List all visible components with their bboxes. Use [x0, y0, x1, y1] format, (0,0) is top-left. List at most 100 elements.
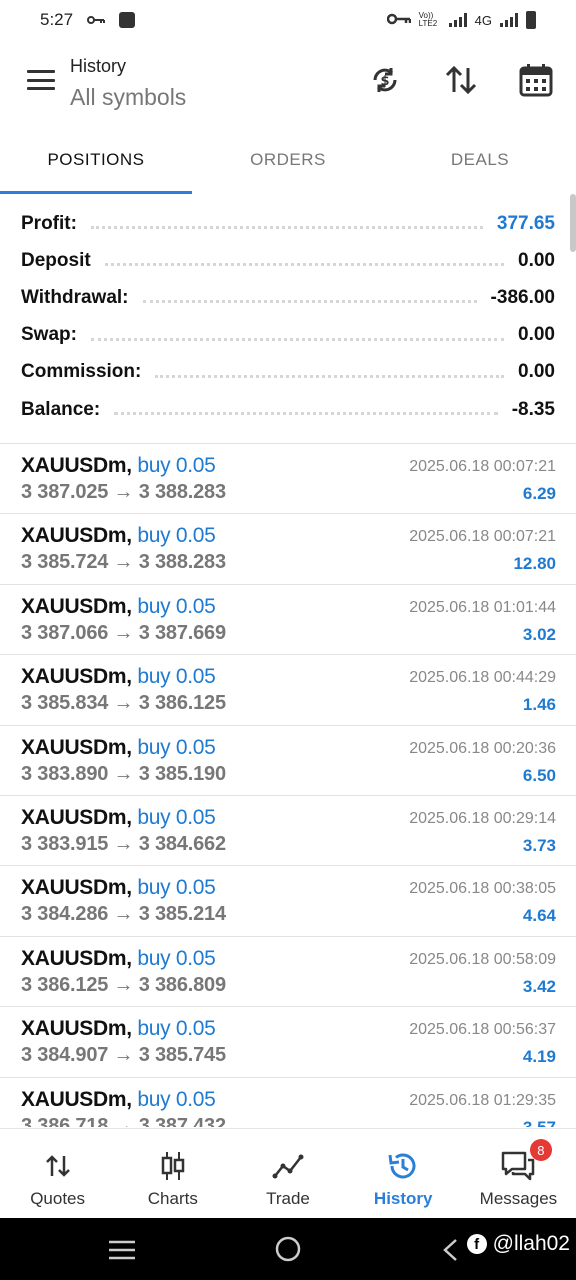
deal-side: buy 0.05 [137, 524, 216, 548]
summary-value: -8.35 [511, 398, 555, 420]
deal-symbol: XAUUSDm, [21, 454, 132, 477]
status-bar: 5:27 Vo)) LTE2 4G [0, 0, 576, 40]
history-tabs: POSITIONS ORDERS DEALS [0, 138, 576, 194]
summary-profit: Profit: 377.65 [0, 205, 576, 242]
summary-label: Balance: [21, 398, 101, 420]
dot-leader [142, 300, 477, 304]
list-item[interactable]: XAUUSDm, buy 0.05 3 385.724 → 3 388.283 … [0, 514, 576, 585]
arrow-icon: → [113, 903, 134, 926]
nav-quotes[interactable]: Quotes [0, 1129, 115, 1218]
deal-time: 2025.06.18 00:58:09 [409, 950, 556, 968]
list-item[interactable]: XAUUSDm, buy 0.05 3 383.890 → 3 385.190 … [0, 726, 576, 796]
symbol-filter[interactable]: All symbols [70, 84, 186, 111]
deal-prices: 3 387.066 → 3 387.669 [21, 622, 226, 645]
list-item[interactable]: XAUUSDm, buy 0.05 3 386.718 → 3 387.432 … [0, 1078, 576, 1127]
deal-prices: 3 384.286 → 3 385.214 [21, 903, 226, 926]
arrow-icon: → [113, 551, 134, 574]
deal-prices: 3 385.834 → 3 386.125 [21, 692, 226, 715]
arrow-icon: → [113, 621, 134, 644]
deal-prices: 3 383.915 → 3 384.662 [21, 833, 226, 856]
close-price: 3 388.283 [138, 551, 226, 574]
arrow-icon: → [113, 832, 134, 855]
summary-balance: Balance: -8.35 [0, 391, 576, 428]
tab-orders[interactable]: ORDERS [192, 138, 384, 194]
deal-side: buy 0.05 [137, 454, 216, 477]
summary-label: Swap: [21, 324, 77, 346]
deal-symbol: XAUUSDm, [21, 1087, 132, 1111]
dot-leader [155, 374, 505, 378]
list-item[interactable]: XAUUSDm, buy 0.05 3 384.286 → 3 385.214 … [0, 866, 576, 937]
deal-prices: 3 384.907 → 3 385.745 [21, 1044, 226, 1067]
list-item[interactable]: XAUUSDm, buy 0.05 3 387.066 → 3 387.669 … [0, 585, 576, 656]
list-item[interactable]: XAUUSDm, buy 0.05 3 386.125 → 3 386.809 … [0, 937, 576, 1008]
dot-leader [104, 263, 505, 267]
close-price: 3 385.745 [138, 1044, 226, 1067]
deal-prices: 3 386.125 → 3 386.809 [21, 974, 226, 997]
summary-value: 377.65 [496, 212, 555, 234]
nav-messages[interactable]: 8 Messages [461, 1129, 576, 1218]
summary-value: 0.00 [518, 361, 555, 383]
deal-profit: 3.42 [522, 976, 556, 996]
deal-prices: 3 383.890 → 3 385.190 [21, 763, 226, 786]
signal-icon-2 [500, 13, 518, 27]
tab-positions[interactable]: POSITIONS [0, 138, 192, 194]
deal-time: 2025.06.18 00:29:14 [409, 809, 556, 827]
close-price: 3 388.283 [138, 481, 226, 503]
trade-line-icon [272, 1149, 304, 1183]
list-item[interactable]: XAUUSDm, buy 0.05 3 383.915 → 3 384.662 … [0, 796, 576, 867]
nav-history[interactable]: History [346, 1129, 461, 1218]
arrow-icon: → [113, 762, 134, 785]
deal-symbol: XAUUSDm, [21, 876, 132, 900]
deal-title: XAUUSDm, buy 0.05 [21, 665, 216, 689]
close-price: 3 387.669 [138, 621, 226, 644]
arrow-icon: → [113, 692, 134, 715]
watermark: f @llah02 [466, 1232, 570, 1256]
recents-icon[interactable] [108, 1240, 136, 1265]
vpn-key-icon [386, 13, 411, 28]
sync-icon[interactable]: $ [367, 62, 403, 98]
list-item[interactable]: XAUUSDm, buy 0.05 3 385.834 → 3 386.125 … [0, 655, 576, 726]
deal-time: 2025.06.18 00:07:21 [409, 528, 556, 546]
notification-app-icon [119, 12, 136, 28]
open-price: 3 385.724 [21, 551, 109, 574]
deal-title: XAUUSDm, buy 0.05 [21, 454, 216, 478]
network-type: 4G [474, 12, 492, 28]
summary-value: -386.00 [490, 286, 555, 308]
deal-title: XAUUSDm, buy 0.05 [21, 876, 216, 900]
arrow-icon: → [113, 1044, 134, 1067]
list-item[interactable]: XAUUSDm, buy 0.05 3 384.907 → 3 385.745 … [0, 1007, 576, 1078]
back-icon[interactable] [442, 1238, 458, 1267]
summary-value: 0.00 [518, 324, 555, 346]
list-item[interactable]: XAUUSDm, buy 0.05 3 387.025 → 3 388.283 … [0, 444, 576, 515]
menu-icon[interactable] [27, 70, 55, 90]
summary-value: 0.00 [518, 249, 555, 271]
summary-swap: Swap: 0.00 [0, 317, 576, 354]
calendar-icon[interactable] [518, 62, 554, 98]
nav-trade[interactable]: Trade [230, 1129, 345, 1218]
volte-indicator: Vo)) LTE2 [418, 11, 438, 28]
open-price: 3 383.915 [21, 832, 109, 855]
bottom-nav: Quotes Charts Trade History 8 Messages [0, 1128, 576, 1218]
deal-title: XAUUSDm, buy 0.05 [21, 947, 216, 971]
positions-list: XAUUSDm, buy 0.05 3 387.025 → 3 388.283 … [0, 444, 576, 1127]
open-price: 3 386.718 [21, 1114, 109, 1127]
sort-icon[interactable] [443, 62, 479, 98]
arrow-icon: → [113, 1114, 134, 1127]
deal-prices: 3 386.718 → 3 387.432 [21, 1115, 226, 1127]
summary-panel: Profit: 377.65 Deposit 0.00 Withdrawal: … [0, 205, 576, 428]
facebook-icon: f [466, 1234, 487, 1254]
signal-icon [448, 13, 467, 27]
watermark-text: @llah02 [492, 1232, 570, 1255]
arrow-icon: → [113, 973, 134, 996]
deal-profit: 6.50 [522, 765, 556, 785]
close-price: 3 386.809 [138, 973, 226, 996]
nav-charts[interactable]: Charts [115, 1129, 230, 1218]
home-icon[interactable] [275, 1236, 301, 1267]
deal-profit: 6.29 [522, 484, 556, 503]
tab-deals[interactable]: DEALS [384, 138, 576, 194]
nav-label: Charts [147, 1189, 198, 1208]
nav-label: Messages [479, 1189, 558, 1208]
history-clock-icon [387, 1149, 419, 1183]
deal-symbol: XAUUSDm, [21, 946, 132, 970]
key-icon [87, 10, 106, 30]
